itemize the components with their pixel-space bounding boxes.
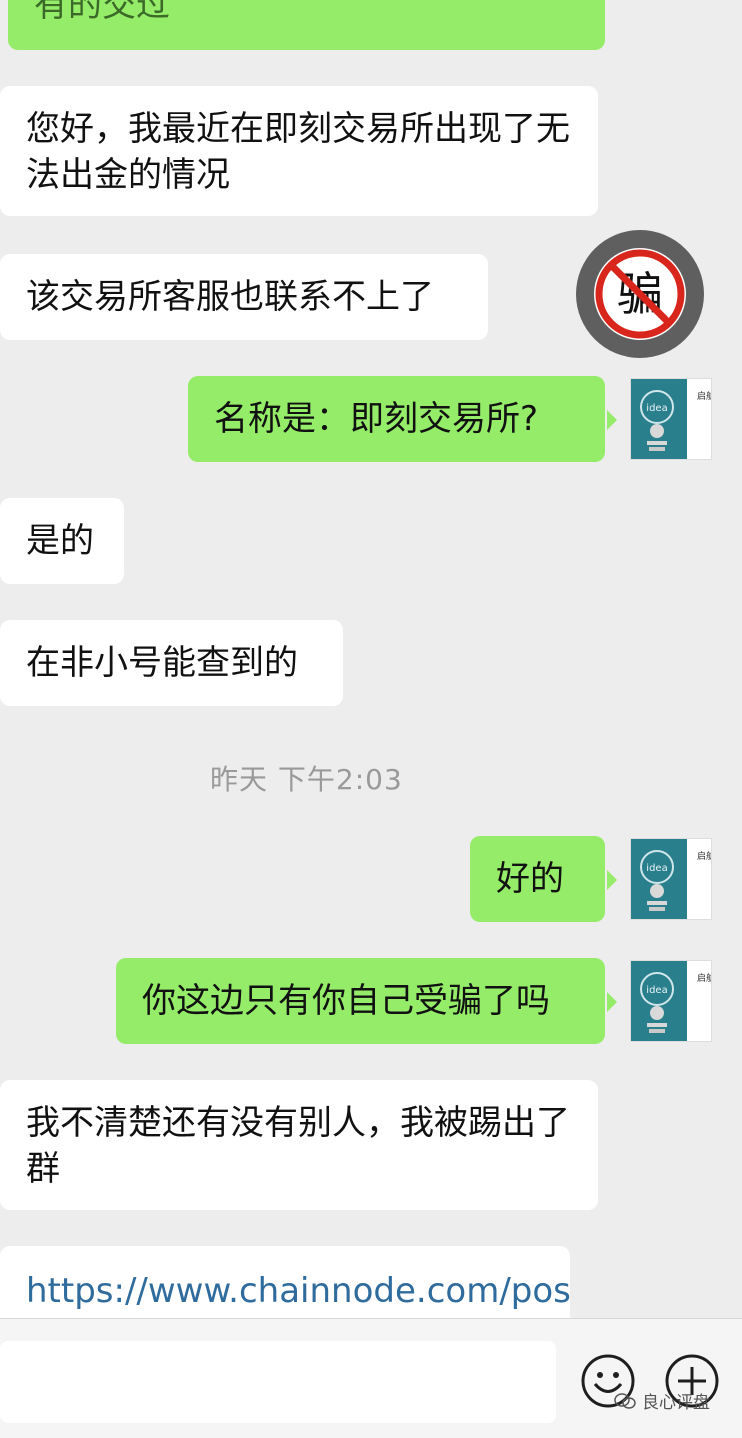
watermark-text: 良心评盘 — [642, 1393, 710, 1413]
message-bubble-sent[interactable]: 好的 — [470, 836, 617, 922]
no-scam-stamp-icon: 骗 — [576, 230, 704, 358]
watermark: 良心评盘 — [614, 1388, 710, 1413]
message-text: 该交易所客服也联系不上了 — [26, 277, 434, 317]
message-bubble-received[interactable]: https://www.chainnode.com/pos — [0, 1246, 571, 1318]
message-text: 您好，我最近在即刻交易所出现了无法出金的情况 — [26, 109, 570, 195]
idea-bulb-icon: idea 启航 — [631, 961, 712, 1041]
message-text: 在非小号能查到的 — [26, 643, 298, 683]
svg-text:idea: idea — [646, 863, 667, 874]
message-text: 名称是：即刻交易所? — [214, 399, 539, 439]
message-text: 我不清楚还有没有别人，我被踢出了群 — [26, 1103, 570, 1189]
svg-text:idea: idea — [646, 985, 667, 996]
svg-text:启航: 启航 — [697, 850, 712, 862]
input-toolbar — [0, 1318, 742, 1438]
message-bubble-sent[interactable]: 有的交过 — [8, 0, 605, 50]
wechat-icon — [614, 1392, 636, 1409]
timestamp: 昨天 下午2:03 — [210, 763, 403, 796]
message-bubble-sent[interactable]: 名称是：即刻交易所? — [188, 376, 617, 462]
message-bubble-sent[interactable]: 你这边只有你自己受骗了吗 — [116, 958, 617, 1044]
svg-text:启航: 启航 — [697, 972, 712, 984]
message-text: 是的 — [26, 521, 94, 561]
message-text: 好的 — [496, 859, 564, 899]
avatar[interactable]: idea 启航 — [630, 960, 712, 1042]
message-bubble-received[interactable]: 您好，我最近在即刻交易所出现了无法出金的情况 — [0, 86, 598, 216]
message-link[interactable]: https://www.chainnode.com/pos — [26, 1268, 571, 1314]
idea-bulb-icon: idea 启航 — [631, 839, 712, 919]
avatar[interactable]: idea 启航 — [630, 378, 712, 460]
idea-bulb-icon: idea 启航 — [631, 379, 712, 459]
avatar[interactable]: idea 启航 — [630, 838, 712, 920]
svg-text:idea: idea — [646, 403, 667, 414]
message-bubble-received[interactable]: 该交易所客服也联系不上了 — [0, 254, 488, 340]
message-bubble-received[interactable]: 我不清楚还有没有别人，我被踢出了群 — [0, 1080, 598, 1210]
message-bubble-received[interactable]: 在非小号能查到的 — [0, 620, 343, 706]
message-input[interactable] — [0, 1341, 556, 1423]
message-text: 你这边只有你自己受骗了吗 — [142, 981, 550, 1021]
chat-area[interactable]: 有的交过 您好，我最近在即刻交易所出现了无法出金的情况 该交易所客服也联系不上了… — [0, 0, 742, 1318]
message-text: 有的交过 — [34, 0, 170, 25]
svg-text:启航: 启航 — [697, 390, 712, 402]
message-bubble-received[interactable]: 是的 — [0, 498, 124, 584]
